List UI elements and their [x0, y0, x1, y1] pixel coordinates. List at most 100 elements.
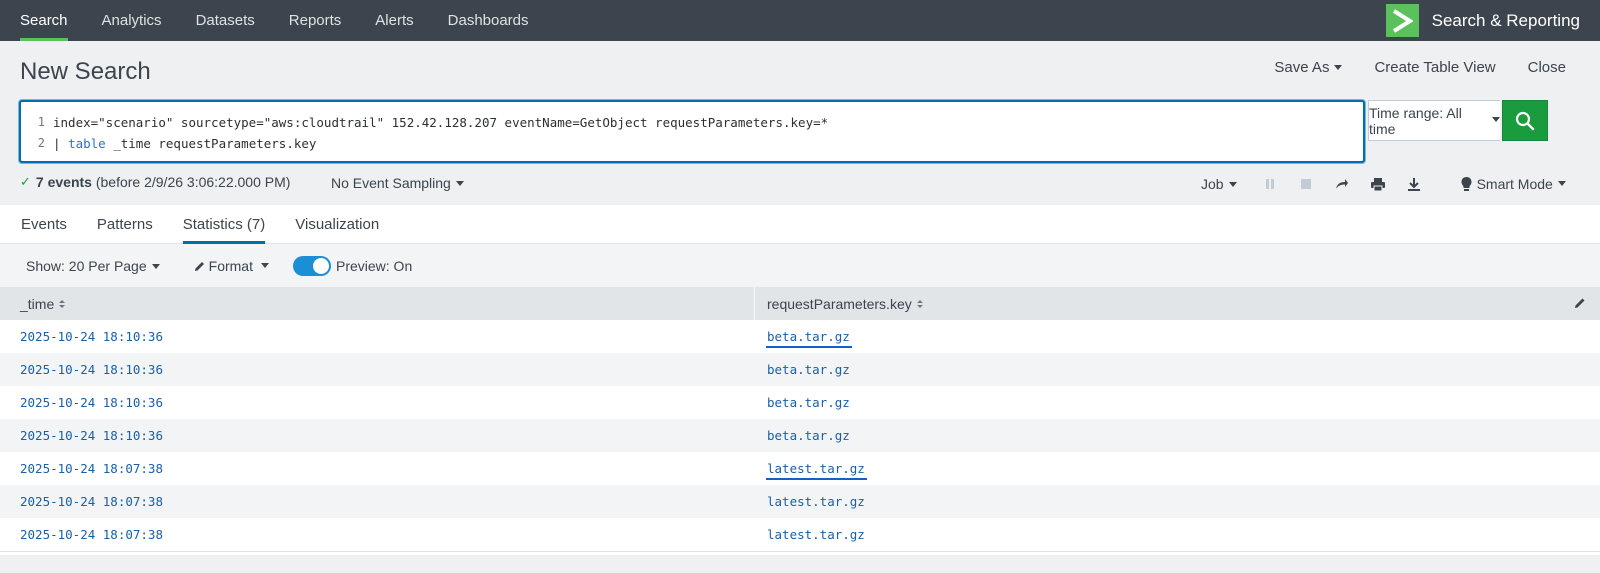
column-header-time[interactable]: _time	[0, 287, 755, 320]
lightbulb-icon	[1461, 176, 1472, 191]
key-value[interactable]: beta.tar.gz	[767, 428, 850, 443]
check-icon: ✓	[20, 174, 31, 189]
nav-alerts[interactable]: Alerts	[358, 0, 430, 41]
table-header: _time requestParameters.key	[0, 287, 1600, 320]
key-cell: latest.tar.gz	[755, 452, 1600, 485]
sort-icon[interactable]	[916, 299, 923, 308]
job-dropdown[interactable]: Job	[1201, 176, 1237, 192]
close-button[interactable]: Close	[1528, 59, 1566, 76]
column-header-key[interactable]: requestParameters.key	[755, 287, 1600, 320]
time-range-label: Time range: All time	[1369, 104, 1462, 137]
key-cell: beta.tar.gz	[755, 386, 1600, 419]
edit-columns-icon[interactable]	[1574, 297, 1586, 309]
smart-mode-dropdown[interactable]: Smart Mode	[1461, 176, 1566, 192]
time-cell[interactable]: 2025-10-24 18:07:38	[0, 518, 755, 551]
query-line-1: 1 index="scenario" sourcetype="aws:cloud…	[21, 112, 828, 132]
time-cell[interactable]: 2025-10-24 18:10:36	[0, 353, 755, 386]
tab-events[interactable]: Events	[11, 205, 77, 243]
smart-mode-label: Smart Mode	[1476, 176, 1553, 192]
job-label: Job	[1201, 176, 1224, 192]
sort-icon[interactable]	[59, 299, 66, 308]
line-number: 1	[37, 115, 45, 129]
nav-reports[interactable]: Reports	[272, 0, 359, 41]
key-value[interactable]: beta.tar.gz	[767, 362, 850, 377]
query-line-2: 2 | table _time requestParameters.key	[21, 133, 317, 153]
job-toolbar: Job Smart Mode	[1201, 175, 1566, 193]
page-title: New Search	[20, 58, 151, 85]
caret-down-icon	[260, 262, 269, 268]
stop-icon[interactable]	[1297, 175, 1315, 193]
column-label: requestParameters.key	[767, 295, 912, 312]
key-value[interactable]: latest.tar.gz	[767, 494, 865, 509]
query-text-line-1: index="scenario" sourcetype="aws:cloudtr…	[53, 114, 829, 130]
table-body: 2025-10-24 18:10:36 beta.tar.gz 2025-10-…	[0, 320, 1600, 551]
table-row: 2025-10-24 18:10:36 beta.tar.gz	[0, 320, 1600, 353]
table-row: 2025-10-24 18:10:36 beta.tar.gz	[0, 353, 1600, 386]
table-row: 2025-10-24 18:10:36 beta.tar.gz	[0, 419, 1600, 452]
event-sampling-label: No Event Sampling	[331, 175, 451, 191]
query-keyword: table	[68, 135, 106, 151]
search-query-editor[interactable]: 1 index="scenario" sourcetype="aws:cloud…	[19, 100, 1365, 163]
caret-down-icon	[1228, 181, 1237, 187]
table-row: 2025-10-24 18:07:38 latest.tar.gz	[0, 485, 1600, 518]
time-cell[interactable]: 2025-10-24 18:10:36	[0, 386, 755, 419]
key-cell: latest.tar.gz	[755, 518, 1600, 551]
pause-icon[interactable]	[1261, 175, 1279, 193]
table-bottom-border	[0, 551, 1600, 555]
caret-down-icon	[151, 263, 160, 269]
time-cell[interactable]: 2025-10-24 18:07:38	[0, 452, 755, 485]
preview-label: Preview: On	[335, 258, 413, 274]
column-label: _time	[20, 295, 55, 312]
time-cell[interactable]: 2025-10-24 18:10:36	[0, 320, 755, 353]
app-title: Search & Reporting	[1431, 10, 1580, 30]
search-button[interactable]	[1502, 100, 1548, 141]
nav-search[interactable]: Search	[0, 0, 85, 41]
events-count: 7 events	[35, 174, 92, 190]
nav-datasets[interactable]: Datasets	[179, 0, 272, 41]
results-tabs: Events Patterns Statistics (7) Visualiza…	[0, 205, 1600, 244]
share-icon[interactable]	[1333, 175, 1351, 193]
table-row: 2025-10-24 18:07:38 latest.tar.gz	[0, 452, 1600, 485]
query-pipe: |	[53, 135, 69, 151]
caret-down-icon	[1334, 64, 1343, 70]
table-row: 2025-10-24 18:07:38 latest.tar.gz	[0, 518, 1600, 551]
key-value[interactable]: beta.tar.gz	[766, 329, 852, 348]
key-value[interactable]: beta.tar.gz	[767, 395, 850, 410]
time-range-picker[interactable]: Time range: All time	[1368, 100, 1500, 141]
app-brand[interactable]: Search & Reporting	[1385, 0, 1580, 41]
format-label: Format	[208, 258, 253, 274]
search-icon	[1515, 111, 1535, 130]
header-actions: Save As Create Table View Close	[1274, 59, 1566, 76]
per-page-label: Show: 20 Per Page	[26, 258, 147, 274]
export-icon[interactable]	[1405, 175, 1423, 193]
key-cell: beta.tar.gz	[755, 320, 1600, 353]
event-sampling-dropdown[interactable]: No Event Sampling	[331, 175, 464, 191]
format-dropdown[interactable]: Format	[194, 258, 269, 274]
save-as-label: Save As	[1274, 59, 1330, 76]
preview-toggle[interactable]	[292, 256, 331, 276]
time-cell[interactable]: 2025-10-24 18:07:38	[0, 485, 755, 518]
query-text-line-2: _time requestParameters.key	[105, 135, 317, 151]
nav-analytics[interactable]: Analytics	[85, 0, 179, 41]
key-cell: latest.tar.gz	[755, 485, 1600, 518]
tab-statistics[interactable]: Statistics (7)	[173, 205, 276, 244]
caret-down-icon	[455, 180, 464, 186]
caret-down-icon	[1492, 117, 1500, 122]
events-detail: (before 2/9/26 3:06:22.000 PM)	[95, 174, 291, 190]
key-cell: beta.tar.gz	[755, 419, 1600, 452]
per-page-dropdown[interactable]: Show: 20 Per Page	[26, 258, 160, 274]
table-controls: Show: 20 Per Page Format Preview: On	[0, 244, 1600, 288]
create-table-view-button[interactable]: Create Table View	[1374, 59, 1495, 76]
save-as-dropdown[interactable]: Save As	[1274, 59, 1343, 76]
app-logo-chevron-icon	[1385, 4, 1419, 37]
tab-patterns[interactable]: Patterns	[87, 205, 163, 243]
tab-visualization[interactable]: Visualization	[285, 205, 389, 243]
time-cell[interactable]: 2025-10-24 18:10:36	[0, 419, 755, 452]
key-value[interactable]: latest.tar.gz	[766, 461, 867, 480]
table-row: 2025-10-24 18:10:36 beta.tar.gz	[0, 386, 1600, 419]
results-table: _time requestParameters.key 2025-10-24 1…	[0, 287, 1600, 555]
key-cell: beta.tar.gz	[755, 353, 1600, 386]
nav-dashboards[interactable]: Dashboards	[431, 0, 546, 41]
key-value[interactable]: latest.tar.gz	[767, 527, 865, 542]
print-icon[interactable]	[1369, 175, 1387, 193]
